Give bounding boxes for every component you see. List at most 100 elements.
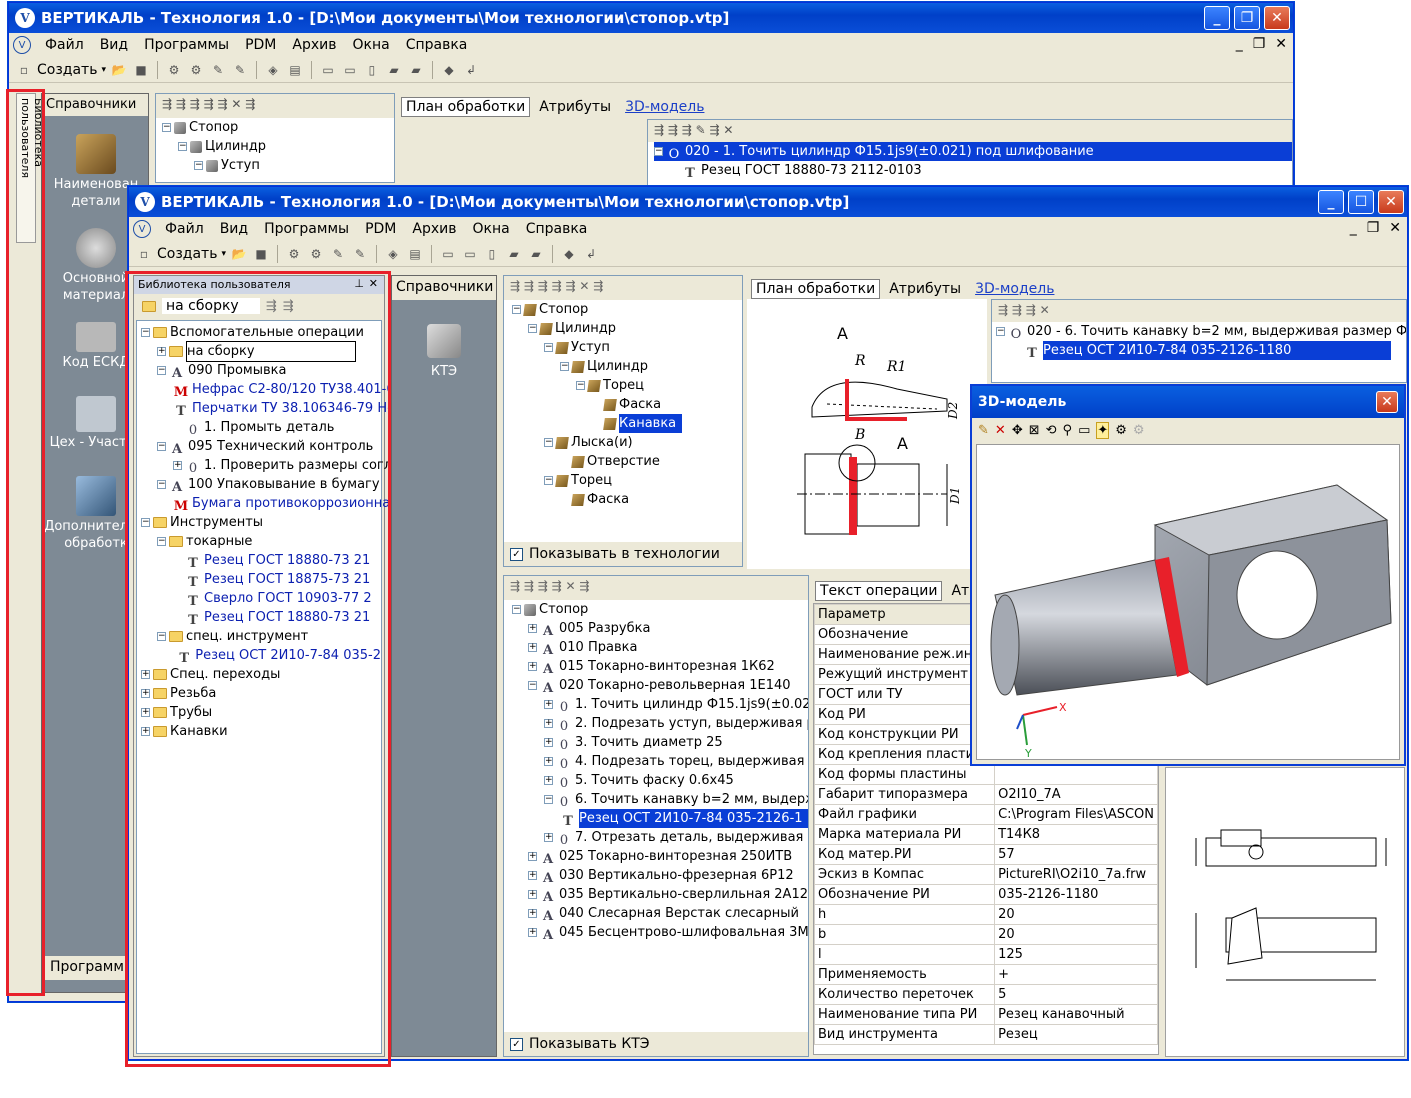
tool-icon[interactable]: ⚙	[307, 245, 325, 263]
open-icon[interactable]: ✎	[978, 423, 989, 438]
library-item[interactable]: − спец. инструмент	[137, 627, 381, 646]
library-item[interactable]: − токарные	[137, 532, 381, 551]
op-item[interactable]: T Резец ОСТ 2И10-7-84 035-2126-1	[508, 809, 808, 829]
op-item[interactable]: − A 020 Токарно-револьверная 1Е140	[508, 676, 808, 696]
expand-toggle-icon[interactable]: −	[544, 476, 553, 485]
op-item[interactable]: + A 035 Вертикально-сверлильная 2А125	[508, 885, 808, 905]
tool-icon[interactable]: ◈	[264, 61, 282, 79]
side-library-tab[interactable]: Библиотека пользователя	[16, 93, 45, 243]
op-item[interactable]: + A 015 Токарно-винторезная 1К62	[508, 657, 808, 677]
op-item[interactable]: +0 3. Точить диаметр 25	[508, 733, 808, 753]
tool-icon[interactable]: ▤	[406, 245, 424, 263]
plan-row[interactable]: T Резец ГОСТ 18880-73 2112-0103	[654, 161, 1292, 181]
param-value[interactable]: Т14К8	[994, 824, 1158, 845]
expand-toggle-icon[interactable]: +	[173, 461, 182, 470]
workshop-icon[interactable]	[76, 396, 116, 432]
tab-attributes[interactable]: Атрибуты	[884, 279, 966, 299]
library-item[interactable]: T Сверло ГОСТ 10903-77 2	[137, 589, 381, 609]
close-button[interactable]: ✕	[1264, 6, 1290, 30]
expand-toggle-icon[interactable]: +	[544, 833, 553, 842]
library-item[interactable]: + Резьба	[137, 684, 381, 703]
material-icon[interactable]	[76, 228, 116, 268]
param-value[interactable]: Резец канавочный	[994, 1004, 1158, 1025]
geom-item[interactable]: − Цилиндр	[508, 357, 742, 376]
op-item[interactable]: +0 1. Точить цилиндр Ф15.1js9(±0.021) по	[508, 695, 808, 715]
menu-archive[interactable]: Архив	[284, 37, 344, 53]
window-icon[interactable]: ▭	[461, 245, 479, 263]
library-item[interactable]: T Резец ГОСТ 18880-73 21	[137, 608, 381, 628]
param-row[interactable]: Эскиз в Компас PictureRI\O2i10_7a.frw	[813, 864, 1158, 885]
op-item[interactable]: −0 6. Точить канавку b=2 мм, выдержив	[508, 790, 808, 810]
maximize-button[interactable]: ☐	[1348, 190, 1374, 214]
create-button[interactable]: Создать	[157, 246, 217, 262]
minimize-button[interactable]: _	[1204, 6, 1230, 30]
menu-help[interactable]: Справка	[518, 221, 596, 237]
front-handbook-tab[interactable]: Справочники	[392, 276, 496, 300]
menu-pdm[interactable]: PDM	[357, 221, 404, 237]
library-item[interactable]: T Резец ГОСТ 18875-73 21	[137, 570, 381, 590]
expand-toggle-icon[interactable]: +	[528, 871, 537, 880]
param-value[interactable]: 125	[994, 944, 1158, 965]
create-button[interactable]: Создать	[37, 62, 97, 78]
sort-icon[interactable]: ⇶	[283, 299, 294, 314]
window-icon[interactable]: ▰	[385, 61, 403, 79]
param-value[interactable]: 035-2126-1180	[994, 884, 1158, 905]
book-icon[interactable]: ◆	[560, 245, 578, 263]
param-value[interactable]: 5	[994, 984, 1158, 1005]
pin-icon[interactable]: ⊥	[354, 277, 364, 290]
expand-toggle-icon[interactable]: +	[544, 738, 553, 747]
expand-toggle-icon[interactable]: +	[528, 890, 537, 899]
plan-row[interactable]: T Резец ОСТ 2И10-7-84 035-2126-1180	[996, 341, 1406, 361]
expand-toggle-icon[interactable]: −	[157, 632, 166, 641]
tab-op-text[interactable]: Текст операции	[815, 581, 943, 601]
kte-icon[interactable]	[427, 324, 461, 358]
geom-item[interactable]: − Торец	[508, 376, 742, 395]
op-item[interactable]: + A 045 Бесцентрово-шлифовальная 3М182	[508, 923, 808, 943]
tool-icon[interactable]: ⚙	[165, 61, 183, 79]
op-item[interactable]: + A 025 Токарно-винторезная 250ИТВ	[508, 847, 808, 867]
close-icon[interactable]: ✕	[369, 277, 378, 290]
open-icon[interactable]: 📂	[230, 245, 248, 263]
menu-programs[interactable]: Программы	[136, 37, 237, 53]
param-value[interactable]: Резец	[994, 1024, 1158, 1045]
mdi-close-icon[interactable]: ✕	[1389, 220, 1401, 236]
expand-toggle-icon[interactable]: −	[528, 324, 537, 333]
expand-toggle-icon[interactable]: +	[544, 757, 553, 766]
param-value[interactable]: +	[994, 964, 1158, 985]
expand-toggle-icon[interactable]: −	[576, 381, 585, 390]
exit-icon[interactable]: ↲	[582, 245, 600, 263]
param-row[interactable]: Наименование типа РИ Резец канавочный	[813, 1004, 1158, 1025]
geom-item[interactable]: Фаска	[508, 395, 742, 414]
op-item[interactable]: +0 7. Отрезать деталь, выдерживая раз	[508, 828, 808, 848]
param-row[interactable]: Код формы пластины	[813, 764, 1158, 785]
param-value[interactable]: 20	[994, 904, 1158, 925]
minimize-button[interactable]: _	[1318, 190, 1344, 214]
expand-toggle-icon[interactable]: +	[544, 700, 553, 709]
expand-toggle-icon[interactable]: −	[544, 343, 553, 352]
op-item[interactable]: + A 010 Правка	[508, 638, 808, 658]
library-item[interactable]: − Инструменты	[137, 513, 381, 532]
expand-toggle-icon[interactable]: +	[528, 928, 537, 937]
light-icon[interactable]: ✦	[1096, 421, 1110, 439]
window-icon[interactable]: ▭	[439, 245, 457, 263]
tree-item[interactable]: − Цилиндр	[162, 137, 394, 156]
tool-icon[interactable]: ✎	[231, 61, 249, 79]
tool-icon[interactable]: ✎	[329, 245, 347, 263]
geom-item[interactable]: Фаска	[508, 490, 742, 509]
settings-icon[interactable]: ⚙	[1115, 423, 1127, 438]
expand-toggle-icon[interactable]: +	[528, 643, 537, 652]
close-button[interactable]: ✕	[1378, 190, 1404, 214]
expand-toggle-icon[interactable]: +	[141, 689, 150, 698]
param-row[interactable]: Количество переточек 5	[813, 984, 1158, 1005]
tool-icon[interactable]: ✎	[209, 61, 227, 79]
menu-windows[interactable]: Окна	[464, 221, 517, 237]
expand-toggle-icon[interactable]: −	[141, 328, 150, 337]
tab-attributes[interactable]: Атрибуты	[534, 97, 616, 117]
geom-item[interactable]: − Торец	[508, 471, 742, 490]
mdi-min-icon[interactable]: _	[1350, 220, 1357, 236]
param-value[interactable]: C:\Program Files\ASCON	[994, 804, 1158, 825]
op-item[interactable]: + A 030 Вертикально-фрезерная 6Р12	[508, 866, 808, 886]
param-row[interactable]: Код матер.РИ 57	[813, 844, 1158, 865]
library-item[interactable]: T Перчатки ТУ 38.106346-79 Нс	[137, 399, 394, 419]
window-icon[interactable]: ▰	[527, 245, 545, 263]
